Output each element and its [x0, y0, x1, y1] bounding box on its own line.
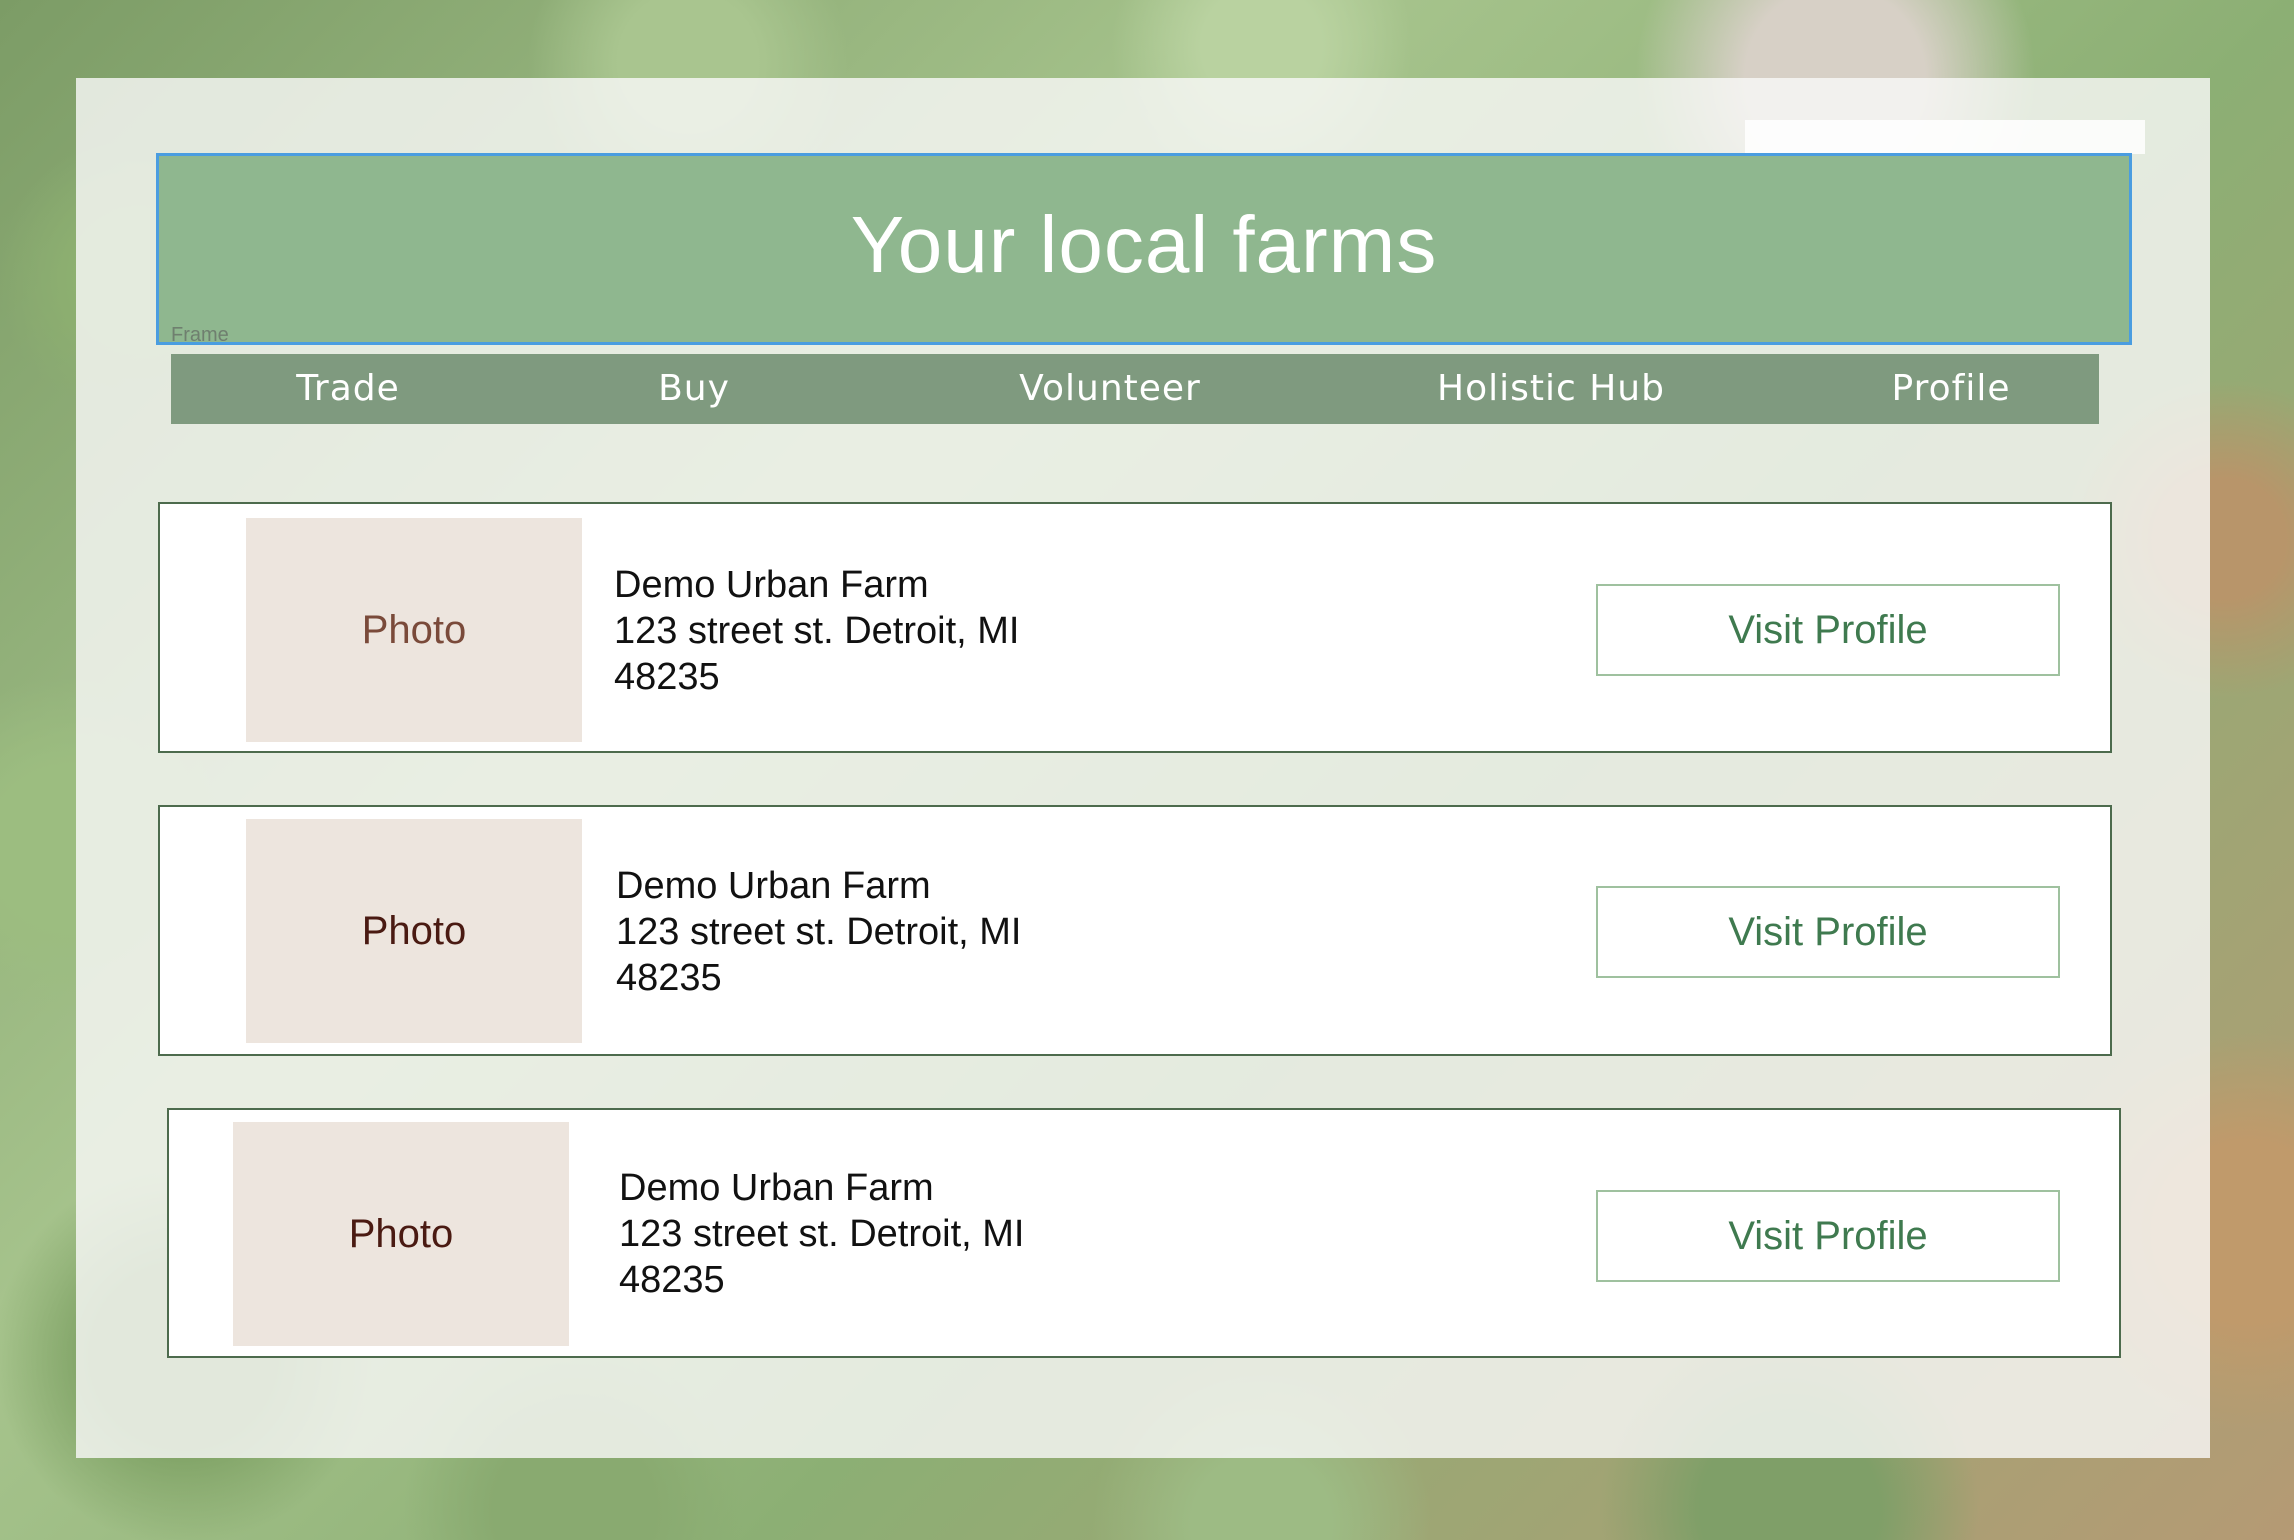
- farm-card: Photo Demo Urban Farm 123 street st. Det…: [167, 1108, 2121, 1358]
- farm-info: Demo Urban Farm 123 street st. Detroit, …: [619, 1165, 1024, 1303]
- photo-label: Photo: [361, 908, 467, 953]
- farm-address: 123 street st. Detroit, MI: [616, 911, 1022, 953]
- panel-corner-tab: [1745, 120, 2145, 154]
- farm-zip: 48235: [616, 957, 722, 999]
- farm-card: Photo Demo Urban Farm 123 street st. Det…: [158, 805, 2112, 1056]
- nav-item-buy[interactable]: Buy: [658, 354, 730, 424]
- farm-name: Demo Urban Farm: [619, 1167, 934, 1209]
- nav-item-holistic-hub[interactable]: Holistic Hub: [1437, 354, 1665, 424]
- nav-item-volunteer[interactable]: Volunteer: [1019, 354, 1201, 424]
- frame-label: Frame: [171, 324, 229, 346]
- farm-name: Demo Urban Farm: [614, 564, 929, 606]
- page-title: Your local farms: [850, 200, 1438, 289]
- farm-name: Demo Urban Farm: [616, 865, 931, 907]
- farm-zip: 48235: [619, 1259, 725, 1301]
- visit-profile-button[interactable]: Visit Profile: [1596, 1190, 2060, 1282]
- visit-profile-button[interactable]: Visit Profile: [1596, 584, 2060, 676]
- farm-info: Demo Urban Farm 123 street st. Detroit, …: [614, 562, 1019, 700]
- farm-photo-placeholder: Photo: [246, 819, 582, 1043]
- nav-item-trade[interactable]: Trade: [296, 354, 400, 424]
- photo-label: Photo: [361, 607, 467, 652]
- photo-label: Photo: [348, 1211, 454, 1256]
- farm-card: Photo Demo Urban Farm 123 street st. Det…: [158, 502, 2112, 753]
- farm-photo-placeholder: Photo: [233, 1122, 569, 1346]
- farm-info: Demo Urban Farm 123 street st. Detroit, …: [616, 863, 1021, 1001]
- nav-item-profile[interactable]: Profile: [1892, 354, 2011, 424]
- visit-profile-button[interactable]: Visit Profile: [1596, 886, 2060, 978]
- farm-address: 123 street st. Detroit, MI: [619, 1213, 1025, 1255]
- main-nav: Trade Buy Volunteer Holistic Hub Profile: [171, 354, 2099, 424]
- farm-zip: 48235: [614, 656, 720, 698]
- farm-address: 123 street st. Detroit, MI: [614, 610, 1020, 652]
- farm-photo-placeholder: Photo: [246, 518, 582, 742]
- page-header: Your local farms: [156, 153, 2132, 345]
